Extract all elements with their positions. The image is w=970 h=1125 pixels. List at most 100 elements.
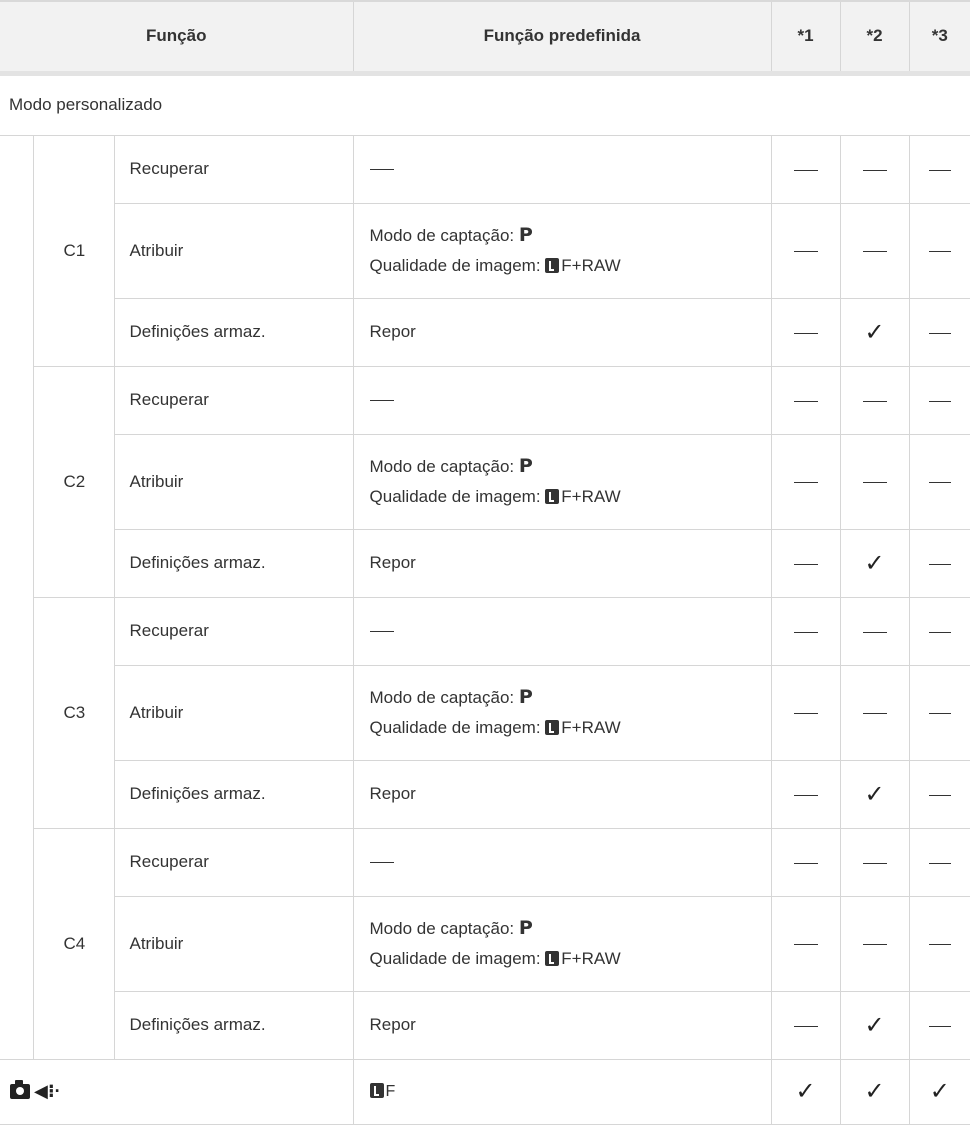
shooting-mode-line: Modo de captação: P	[370, 451, 771, 482]
shooting-mode-label: Modo de captação:	[369, 688, 515, 707]
dash-mark	[908, 434, 970, 530]
dash-icon	[862, 400, 887, 402]
table-row: C1 Recuperar	[0, 135, 970, 367]
camera-icon	[10, 1080, 30, 1099]
function-name: Recuperar	[113, 135, 354, 204]
indent-rail	[0, 203, 33, 298]
indent-rail	[0, 135, 33, 203]
table-row-shooting-mode: ◀⁝· F ✓ ✓ ✓	[0, 1059, 970, 1125]
header-function: Função	[0, 0, 354, 76]
dash-icon	[928, 332, 951, 334]
dash-mark	[770, 991, 841, 1060]
indent-rail	[0, 760, 33, 828]
dash-icon	[793, 794, 818, 796]
dash-icon	[862, 482, 887, 484]
shooting-mode-line: Modo de captação: P	[370, 220, 771, 251]
default-value	[352, 366, 772, 435]
dash-mark	[770, 665, 841, 761]
group-label: C3	[32, 597, 114, 829]
header-note-1: *1	[770, 0, 841, 76]
dash-mark	[908, 828, 970, 897]
group-label: C1	[32, 135, 114, 367]
dash-mark	[770, 597, 841, 666]
default-value: Modo de captação: P Qualidade de imagem: …	[352, 665, 772, 761]
dash-icon	[369, 169, 394, 171]
indent-rail	[0, 896, 33, 991]
header-default: Função predefinida	[352, 0, 772, 76]
function-name: Recuperar	[113, 366, 354, 435]
shooting-mode-line: Modo de captação: P	[370, 913, 771, 944]
default-value: Modo de captação: P Qualidade de imagem: …	[352, 896, 772, 992]
table-row: Definições armaz. Repor ✓	[0, 760, 970, 829]
function-name: Atribuir	[113, 434, 354, 530]
drive-mode-icon: ◀⁝·	[34, 1081, 61, 1101]
header-note-2: *2	[839, 0, 910, 76]
dash-mark	[770, 434, 841, 530]
dash-icon	[793, 251, 818, 253]
table-header-row: Função Função predefinida *1 *2 *3	[0, 0, 970, 76]
dash-mark	[770, 366, 841, 435]
shooting-mode-line: Modo de captação: P	[370, 682, 771, 713]
function-name: Definições armaz.	[113, 760, 354, 829]
dash-icon	[793, 563, 818, 565]
mode-p-value: P	[518, 224, 533, 246]
dash-icon	[369, 400, 394, 402]
indent-rail	[0, 665, 33, 760]
default-value: Repor	[352, 760, 772, 829]
dash-mark	[839, 665, 910, 761]
group-label: C4	[32, 828, 114, 1060]
image-quality-line: Qualidade de imagem: F+RAW	[370, 251, 771, 281]
table-row: C4 Recuperar	[0, 828, 970, 1060]
mode-p-value: P	[518, 917, 533, 939]
check-mark: ✓	[839, 1059, 910, 1125]
dash-mark	[908, 665, 970, 761]
dash-icon	[928, 251, 951, 253]
function-name: Recuperar	[113, 828, 354, 897]
mode-p-value: P	[518, 455, 533, 477]
dash-mark	[839, 135, 910, 204]
header-note-3: *3	[908, 0, 970, 76]
dash-icon	[793, 169, 818, 171]
large-size-icon	[545, 489, 560, 504]
dash-icon	[928, 482, 951, 484]
image-quality-label: Qualidade de imagem:	[369, 949, 541, 968]
image-quality-value: F+RAW	[561, 949, 621, 968]
indent-rail	[0, 434, 33, 529]
function-name: Definições armaz.	[113, 298, 354, 367]
image-quality-value: F	[385, 1083, 396, 1100]
function-name: Definições armaz.	[113, 529, 354, 598]
dash-icon	[928, 794, 951, 796]
image-quality-label: Qualidade de imagem:	[369, 256, 541, 275]
image-quality-value: F+RAW	[561, 718, 621, 737]
image-quality-label: Qualidade de imagem:	[369, 718, 541, 737]
shooting-mode-label: Modo de captação:	[369, 919, 515, 938]
default-value	[352, 135, 772, 204]
large-size-icon	[369, 1083, 384, 1098]
large-size-icon	[545, 720, 560, 735]
dash-icon	[862, 169, 887, 171]
dash-mark	[908, 135, 970, 204]
dash-icon	[928, 1025, 951, 1027]
check-mark: ✓	[839, 760, 910, 829]
image-quality-value: F+RAW	[561, 487, 621, 506]
default-value	[352, 828, 772, 897]
check-icon: ✓	[864, 549, 885, 577]
dash-icon	[793, 862, 818, 864]
dash-mark	[770, 529, 841, 598]
dash-mark	[770, 203, 841, 299]
check-mark: ✓	[839, 991, 910, 1060]
check-icon: ✓	[864, 780, 885, 808]
image-quality-label: Qualidade de imagem:	[369, 487, 541, 506]
table-row: Atribuir Modo de captação: P Qualidade de …	[0, 434, 970, 530]
check-icon: ✓	[864, 318, 885, 346]
indent-rail	[0, 529, 33, 597]
dash-icon	[793, 713, 818, 715]
mode-p-value: P	[518, 686, 533, 708]
dash-mark	[839, 828, 910, 897]
dash-icon	[793, 1025, 818, 1027]
dash-mark	[839, 203, 910, 299]
indent-rail	[0, 298, 33, 366]
function-name: Recuperar	[113, 597, 354, 666]
indent-rail	[0, 991, 33, 1060]
table-row: Definições armaz. Repor ✓	[0, 991, 970, 1060]
